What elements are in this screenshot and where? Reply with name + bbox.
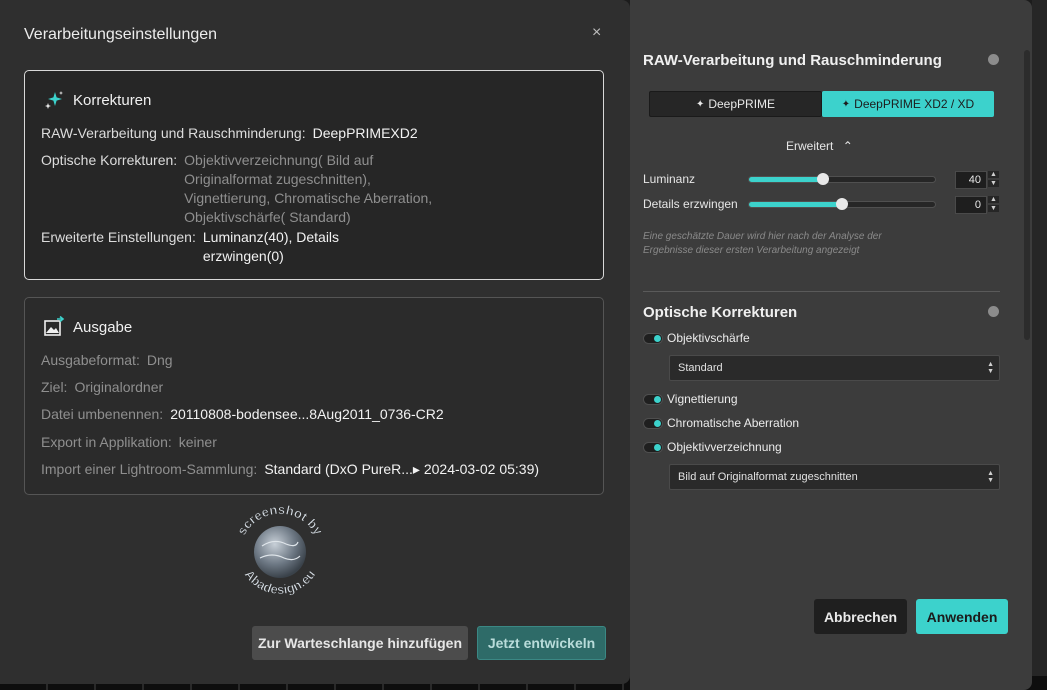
sharpness-select-value: Standard	[678, 362, 723, 374]
import-value: Standard (DxO PureR...▸ 2024-03-02 05:39…	[264, 461, 540, 477]
optical-section-title: Optische Korrekturen	[643, 304, 798, 321]
raw-section-title: RAW-Verarbeitung und Rauschminderung	[643, 52, 942, 69]
rename-value: 20110808-bodensee...8Aug2011_0736-CR2	[170, 406, 444, 422]
advanced-value-line: erzwingen(0)	[202, 248, 284, 264]
optical-value-line: Vignettierung, Chromatische Aberration,	[184, 190, 433, 206]
details-label: Details erzwingen	[643, 197, 738, 211]
advanced-label: Erweitert	[786, 139, 834, 153]
develop-now-button[interactable]: Jetzt entwickeln	[477, 626, 606, 660]
stepper-up-icon[interactable]: ▲	[988, 171, 999, 178]
sparkle-icon	[43, 89, 65, 111]
sparkle-icon: ✦	[841, 98, 851, 110]
optical-label: Optische Korrekturen:	[41, 152, 178, 168]
cancel-button[interactable]: Abbrechen	[814, 599, 907, 634]
select-arrows-icon: ▲ ▼	[987, 470, 994, 484]
raw-value: DeepPRIMEXD2	[312, 125, 418, 141]
duration-note: Eine geschätzte Dauer wird hier nach der…	[643, 231, 882, 256]
details-knob[interactable]	[836, 198, 848, 210]
output-card: Ausgabe Ausgabeformat: Dng Ziel: Origina…	[24, 297, 604, 495]
corrections-header: Korrekturen	[43, 89, 151, 111]
close-icon[interactable]: ×	[592, 24, 601, 42]
import-row: Import einer Lightroom-Sammlung: Standar…	[41, 460, 539, 479]
advanced-value-line: Luminanz(40), Details	[202, 229, 340, 245]
section-divider	[643, 291, 1000, 292]
vignetting-toggle[interactable]	[643, 394, 663, 405]
dialog-title: Verarbeitungseinstellungen	[24, 26, 218, 43]
luminance-fill	[749, 177, 824, 182]
rename-label: Datei umbenennen:	[41, 406, 164, 422]
deepprime-xd2-label: DeepPRIME XD2 / XD	[854, 97, 975, 111]
distortion-select-value: Bild auf Originalformat zugeschnitten	[678, 471, 858, 483]
raw-label: RAW-Verarbeitung und Rauschminderung:	[41, 125, 306, 141]
vignetting-label: Vignettierung	[667, 392, 738, 406]
corrections-card: Korrekturen RAW-Verarbeitung und Rauschm…	[24, 70, 604, 280]
deepprime-xd2-option[interactable]: ✦ DeepPRIME XD2 / XD	[822, 91, 994, 117]
advanced-toggle[interactable]: Erweitert ⌃	[786, 139, 853, 153]
luminance-slider[interactable]	[748, 173, 936, 185]
distortion-toggle[interactable]	[643, 442, 663, 453]
watermark-stamp: screenshot by Abadesign.eu	[226, 502, 334, 602]
deepprime-label: DeepPRIME	[708, 97, 776, 111]
processing-settings-dialog: Verarbeitungseinstellungen × Korrekturen…	[0, 0, 630, 684]
sharpness-select[interactable]: Standard ▲ ▼	[669, 355, 1000, 381]
luminance-input[interactable]: 40	[955, 171, 987, 189]
luminance-knob[interactable]	[817, 173, 830, 185]
sharpness-label: Objektivschärfe	[667, 331, 750, 345]
import-label: Import einer Lightroom-Sammlung:	[41, 461, 258, 477]
corrections-heading: Korrekturen	[73, 91, 152, 109]
info-icon[interactable]	[988, 306, 999, 317]
chromatic-label: Chromatische Aberration	[667, 416, 800, 430]
sharpness-toggle[interactable]	[643, 333, 663, 344]
target-value: Originalordner	[74, 379, 164, 395]
export-label: Export in Applikation:	[41, 434, 172, 450]
settings-panel: RAW-Verarbeitung und Rauschminderung ✦ D…	[630, 0, 1032, 690]
stepper-up-icon[interactable]: ▲	[988, 196, 999, 203]
panel-scrollbar[interactable]	[1024, 50, 1030, 340]
details-stepper[interactable]: ▲ ▼	[988, 196, 999, 214]
image-export-icon	[43, 316, 65, 338]
chromatic-toggle[interactable]	[643, 418, 663, 429]
format-value: Dng	[146, 352, 173, 368]
output-heading: Ausgabe	[73, 318, 133, 336]
sparkle-icon: ✦	[695, 98, 705, 110]
distortion-select[interactable]: Bild auf Originalformat zugeschnitten ▲ ▼	[669, 464, 1000, 490]
optical-value-line: Objektivschärfe( Standard)	[184, 209, 351, 225]
add-to-queue-button[interactable]: Zur Warteschlange hinzufügen	[252, 626, 468, 660]
advanced-row: Erweiterte Einstellungen: Luminanz(40), …	[41, 228, 339, 266]
output-header: Ausgabe	[43, 316, 132, 338]
optical-value-line: Objektivverzeichnung( Bild auf	[184, 152, 374, 168]
optical-row: Optische Korrekturen: Objektivverzeichnu…	[41, 151, 432, 227]
luminance-label: Luminanz	[643, 172, 696, 186]
apply-button[interactable]: Anwenden	[916, 599, 1008, 634]
target-row: Ziel: Originalordner	[41, 378, 163, 397]
chevron-up-icon: ⌃	[842, 139, 853, 153]
window-edge	[1032, 0, 1047, 676]
stepper-down-icon[interactable]: ▼	[988, 205, 999, 212]
optical-value-line: Originalformat zugeschnitten),	[184, 171, 371, 187]
stepper-down-icon[interactable]: ▼	[988, 180, 999, 187]
export-value: keiner	[178, 434, 217, 450]
format-label: Ausgabeformat:	[41, 352, 140, 368]
deepprime-option[interactable]: ✦ DeepPRIME	[649, 91, 822, 117]
info-icon[interactable]	[988, 54, 999, 65]
details-fill	[749, 202, 842, 207]
format-row: Ausgabeformat: Dng	[41, 351, 173, 370]
details-slider[interactable]	[748, 198, 936, 210]
raw-row: RAW-Verarbeitung und Rauschminderung: De…	[41, 124, 418, 143]
distortion-label: Objektivverzeichnung	[667, 440, 782, 454]
rename-row: Datei umbenennen: 20110808-bodensee...8A…	[41, 405, 444, 424]
advanced-label: Erweiterte Einstellungen:	[41, 229, 196, 245]
luminance-stepper[interactable]: ▲ ▼	[988, 171, 999, 189]
details-input[interactable]: 0	[955, 196, 987, 214]
export-row: Export in Applikation: keiner	[41, 433, 217, 452]
target-label: Ziel:	[41, 379, 68, 395]
select-arrows-icon: ▲ ▼	[987, 361, 994, 375]
